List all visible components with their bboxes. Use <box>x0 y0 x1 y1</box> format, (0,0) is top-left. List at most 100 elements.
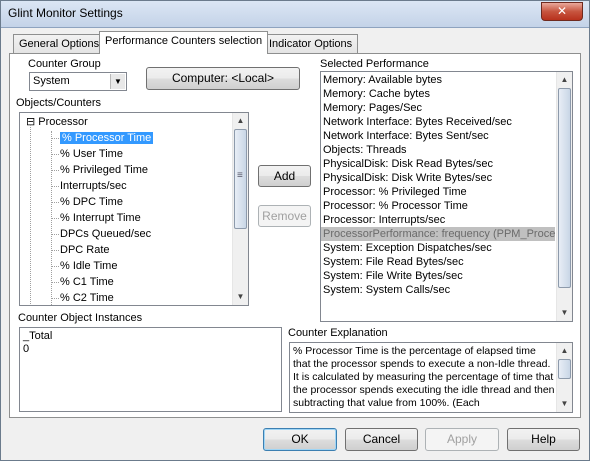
scroll-thumb[interactable] <box>558 88 571 288</box>
scroll-down-icon[interactable]: ▼ <box>557 305 572 321</box>
tree-scrollbar[interactable]: ▲ ≡ ▼ <box>232 113 248 305</box>
scroll-up-icon[interactable]: ▲ <box>557 343 572 359</box>
apply-button[interactable]: Apply <box>425 428 499 451</box>
tree-item-counter[interactable]: DPCs Queued/sec <box>51 227 152 243</box>
tab-performance-counters[interactable]: Performance Counters selection <box>99 31 269 54</box>
tree-connector <box>51 202 59 203</box>
selected-list-item[interactable]: Network Interface: Bytes Sent/sec <box>321 129 555 143</box>
tree-item-label: % C1 Time <box>60 276 114 288</box>
selected-list-item[interactable]: System: File Read Bytes/sec <box>321 255 555 269</box>
cancel-button[interactable]: Cancel <box>345 428 418 451</box>
selected-list-item[interactable]: Processor: % Processor Time <box>321 199 555 213</box>
help-button[interactable]: Help <box>507 428 580 451</box>
tree-item-counter[interactable]: % C1 Time <box>51 275 114 291</box>
tree-item-counter[interactable]: % DPC Time <box>51 195 123 211</box>
close-button[interactable]: ✕ <box>541 2 583 21</box>
tree-item-counter[interactable]: % C2 Time <box>51 291 114 305</box>
selected-list-item[interactable]: Memory: Cache bytes <box>321 87 555 101</box>
tree-item-counter[interactable]: % Processor Time <box>51 131 154 147</box>
tree-item-label: % Interrupt Time <box>60 212 141 224</box>
tab-indicator-options[interactable]: Indicator Options <box>263 34 359 54</box>
title-bar[interactable]: Glint Monitor Settings ✕ <box>1 1 589 28</box>
instance-item[interactable]: _Total <box>23 330 52 343</box>
selected-list-item[interactable]: Network Interface: Bytes Received/sec <box>321 115 555 129</box>
tree-item-label: Interrupts/sec <box>60 180 127 192</box>
add-button[interactable]: Add <box>258 165 311 187</box>
settings-window: Glint Monitor Settings ✕ General Options… <box>0 0 590 461</box>
tab-general-options[interactable]: General Options <box>13 34 106 54</box>
counter-group-value: System <box>33 75 70 87</box>
tree-line <box>51 131 52 305</box>
tree-line <box>30 125 31 305</box>
tree-item-label: % Idle Time <box>60 260 118 272</box>
instance-item[interactable]: 0 <box>23 343 52 356</box>
selected-list-item[interactable]: System: File Write Bytes/sec <box>321 269 555 283</box>
ok-button[interactable]: OK <box>263 428 337 451</box>
instances-items: _Total 0 <box>23 330 52 356</box>
tree-item-label: % User Time <box>60 148 123 160</box>
tree-connector <box>51 170 59 171</box>
scroll-thumb[interactable] <box>558 359 571 379</box>
instances-list[interactable]: _Total 0 <box>19 327 282 412</box>
objects-counters-tree[interactable]: ⊟ Processor % Processor Time % User Time%… <box>19 112 249 306</box>
tree-item-label: % Processor Time <box>60 132 154 144</box>
scroll-thumb[interactable]: ≡ <box>234 129 247 229</box>
tree-node-label: Processor <box>38 116 88 128</box>
objects-counters-label: Objects/Counters <box>16 97 101 109</box>
tree-connector <box>51 282 59 283</box>
computer-button[interactable]: Computer: <Local> <box>146 67 300 90</box>
selected-list-item[interactable]: ProcessorPerformance: frequency (PPM_Pro… <box>321 227 555 241</box>
tab-label: General Options <box>19 38 100 50</box>
explanation-text: % Processor Time is the percentage of el… <box>293 345 555 409</box>
selected-list-item[interactable]: PhysicalDisk: Disk Read Bytes/sec <box>321 157 555 171</box>
tree-item-label: DPCs Queued/sec <box>60 228 152 240</box>
selected-list-item[interactable]: Processor: % Privileged Time <box>321 185 555 199</box>
tree-connector <box>51 186 59 187</box>
selected-list-item[interactable]: PhysicalDisk: Disk Write Bytes/sec <box>321 171 555 185</box>
chevron-down-icon[interactable]: ▼ <box>110 74 125 89</box>
tree-connector <box>51 298 59 299</box>
tab-label: Performance Counters selection <box>105 35 263 47</box>
scroll-down-icon[interactable]: ▼ <box>557 396 572 412</box>
tree-item-counter[interactable]: % Privileged Time <box>51 163 149 179</box>
selected-list-item[interactable]: Objects: Threads <box>321 143 555 157</box>
tree-connector <box>51 250 59 251</box>
selected-list-item[interactable]: Processor: Interrupts/sec <box>321 213 555 227</box>
tree-item-counter[interactable]: % User Time <box>51 147 123 163</box>
tree-item-label: DPC Rate <box>60 244 110 256</box>
explanation-label: Counter Explanation <box>288 327 388 339</box>
tree-item-counter[interactable]: % Idle Time <box>51 259 118 275</box>
selected-performance-label: Selected Performance <box>320 58 429 70</box>
explanation-box[interactable]: % Processor Time is the percentage of el… <box>289 342 573 413</box>
selected-scrollbar[interactable]: ▲ ▼ <box>556 72 572 321</box>
tree-connector <box>51 234 59 235</box>
window-title: Glint Monitor Settings <box>8 6 123 20</box>
counter-group-label: Counter Group <box>28 58 101 70</box>
tree-connector <box>51 138 59 139</box>
instances-label: Counter Object Instances <box>18 312 143 324</box>
tree-item-label: % Privileged Time <box>60 164 149 176</box>
grip-icon: ≡ <box>237 170 243 181</box>
tree-item-label: % DPC Time <box>60 196 123 208</box>
selected-items: Memory: Available bytes Memory: Cache byt… <box>321 73 555 297</box>
tree-node-processor[interactable]: ⊟ Processor <box>26 115 88 131</box>
tab-panel: Counter Group System ▼ Computer: <Local>… <box>9 53 581 418</box>
explanation-scrollbar[interactable]: ▲ ▼ <box>556 343 572 412</box>
remove-button[interactable]: Remove <box>258 205 311 227</box>
counter-group-select[interactable]: System ▼ <box>29 72 127 91</box>
tree-item-label: % C2 Time <box>60 292 114 304</box>
selected-list-item[interactable]: System: Exception Dispatches/sec <box>321 241 555 255</box>
selected-list-item[interactable]: Memory: Available bytes <box>321 73 555 87</box>
tree-item-counter[interactable]: % Interrupt Time <box>51 211 141 227</box>
tab-label: Indicator Options <box>269 38 353 50</box>
selected-list-item[interactable]: Memory: Pages/Sec <box>321 101 555 115</box>
scroll-up-icon[interactable]: ▲ <box>557 72 572 88</box>
tree-item-counter[interactable]: DPC Rate <box>51 243 110 259</box>
tree-item-counter[interactable]: Interrupts/sec <box>51 179 127 195</box>
scroll-down-icon[interactable]: ▼ <box>233 289 248 305</box>
tree-connector <box>51 154 59 155</box>
selected-performance-list[interactable]: Memory: Available bytes Memory: Cache byt… <box>320 71 573 322</box>
scroll-up-icon[interactable]: ▲ <box>233 113 248 129</box>
selected-list-item[interactable]: System: System Calls/sec <box>321 283 555 297</box>
tree-connector <box>51 218 59 219</box>
